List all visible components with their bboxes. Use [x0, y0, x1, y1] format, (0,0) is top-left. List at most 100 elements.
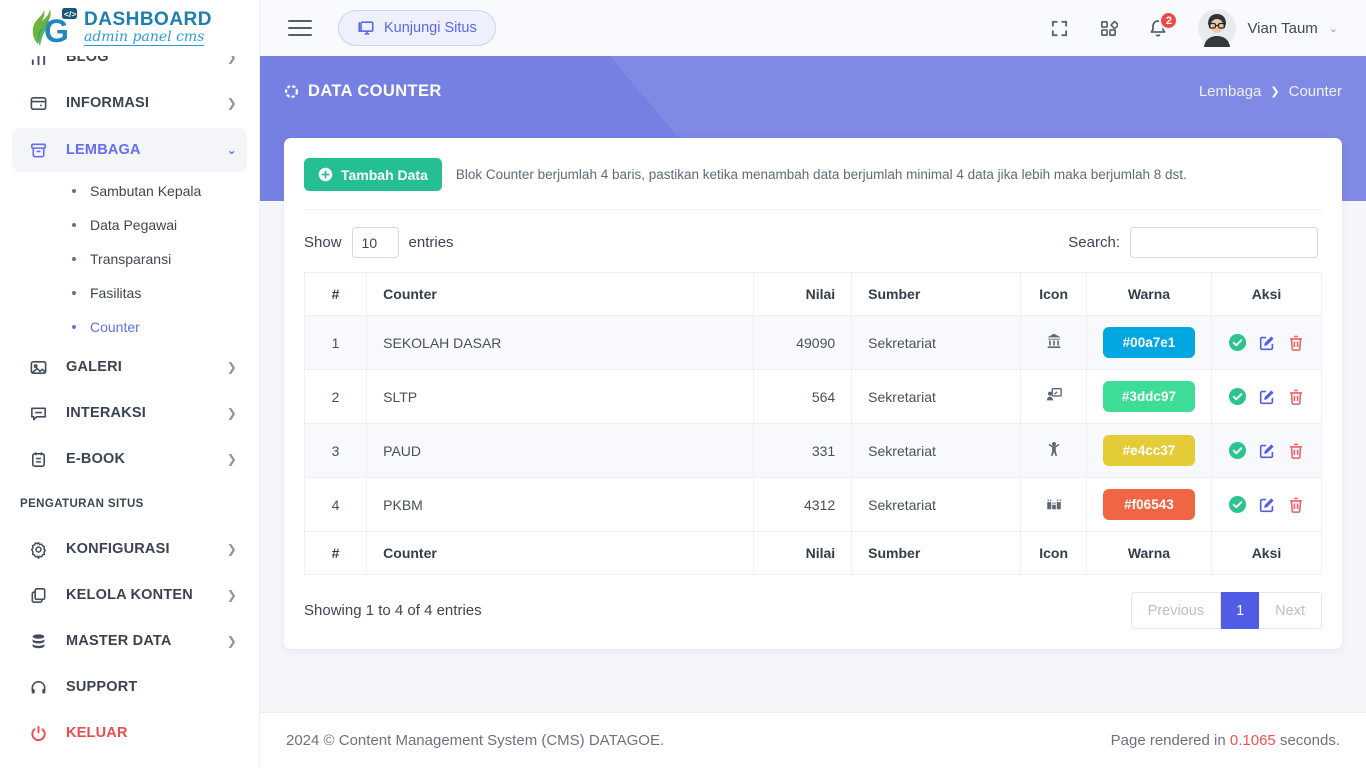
submenu-item-sambutan-kepala[interactable]: Sambutan Kepala [0, 174, 259, 208]
sidebar-item-support[interactable]: SUPPORT [0, 664, 259, 710]
sidebar-item-keluar[interactable]: KELUAR [0, 710, 259, 756]
sidebar-item-interaksi[interactable]: INTERAKSI ❯ [0, 390, 259, 436]
status-active-button[interactable] [1228, 333, 1247, 352]
sidebar-item-konfigurasi[interactable]: KONFIGURASI ❯ [0, 526, 259, 572]
edit-button[interactable] [1258, 388, 1276, 406]
sidebar-item-kelola-konten[interactable]: KELOLA KONTEN ❯ [0, 572, 259, 618]
chevron-right-icon: ❯ [227, 360, 237, 374]
visit-site-label: Kunjungi Situs [384, 20, 477, 36]
bullet-icon [72, 257, 76, 261]
submenu-item-fasilitas[interactable]: Fasilitas [0, 276, 259, 310]
database-icon [28, 631, 48, 651]
topbar: Kunjungi Situs 2 [260, 0, 1366, 56]
fullscreen-icon[interactable] [1050, 19, 1069, 38]
row-number: 2 [305, 370, 367, 424]
color-badge: #e4cc37 [1103, 435, 1195, 466]
edit-button[interactable] [1258, 442, 1276, 460]
apps-grid-icon[interactable] [1099, 19, 1118, 38]
sidebar-item-master-data[interactable]: MASTER DATA ❯ [0, 618, 259, 664]
presentation-icon [1021, 370, 1087, 424]
breadcrumb: Lembaga ❯ Counter [1199, 83, 1342, 100]
col-header-no[interactable]: # [305, 273, 367, 316]
col-header-counter[interactable]: Counter [367, 273, 754, 316]
table-footer-row: # Counter Nilai Sumber Icon Warna Aksi [305, 532, 1322, 575]
sidebar-item-lembaga[interactable]: LEMBAGA ⌄ [12, 128, 247, 172]
sidebar-toggle-icon[interactable] [288, 15, 312, 41]
status-active-button[interactable] [1228, 387, 1247, 406]
delete-button[interactable] [1287, 496, 1305, 514]
table-row: 2 SLTP 564 Sekretariat #3ddc97 [305, 370, 1322, 424]
sidebar-item-label: INTERAKSI [66, 405, 146, 421]
sidebar-menu: BLOG ❯ INFORMASI ❯ LEMBAGA ⌄ Sambutan Ke… [0, 34, 259, 756]
window-icon [28, 93, 48, 113]
submenu-label: Transparansi [90, 251, 171, 267]
sidebar-item-label: SUPPORT [66, 679, 138, 695]
svg-text:</>: </> [64, 9, 76, 19]
sidebar-item-label: KONFIGURASI [66, 541, 170, 557]
status-active-button[interactable] [1228, 495, 1247, 514]
power-icon [28, 723, 48, 743]
page-length-select[interactable]: 10 [352, 227, 399, 258]
counter-name: PAUD [367, 424, 754, 478]
col-footer-no: # [305, 532, 367, 575]
table-summary: Showing 1 to 4 of 4 entries [304, 602, 482, 619]
col-header-icon[interactable]: Icon [1021, 273, 1087, 316]
visit-site-button[interactable]: Kunjungi Situs [338, 10, 496, 46]
color-badge: #00a7e1 [1103, 327, 1195, 358]
counter-value: 564 [754, 370, 852, 424]
submenu-item-data-pegawai[interactable]: Data Pegawai [0, 208, 259, 242]
main-area: Kunjungi Situs 2 [260, 0, 1366, 768]
bullet-icon [72, 325, 76, 329]
copy-pages-icon [28, 585, 48, 605]
chevron-down-icon: ⌄ [1329, 22, 1338, 35]
add-data-button[interactable]: Tambah Data [304, 158, 442, 191]
brand-logo[interactable]: G </> DASHBOARD admin panel cms [0, 0, 259, 56]
card-toolbar: Tambah Data Blok Counter berjumlah 4 bar… [304, 158, 1322, 210]
sidebar-item-ebook[interactable]: E-BOOK ❯ [0, 436, 259, 482]
pagination-next-button[interactable]: Next [1259, 592, 1322, 629]
breadcrumb-current: Counter [1289, 83, 1342, 100]
delete-button[interactable] [1287, 388, 1305, 406]
copyright-text: 2024 © Content Management System (CMS) D… [286, 732, 664, 749]
submenu-item-counter[interactable]: Counter [0, 310, 259, 344]
page-content: DATA COUNTER Lembaga ❯ Counter Tambah Da… [260, 56, 1366, 712]
counter-name: SLTP [367, 370, 754, 424]
sidebar-item-galeri[interactable]: GALERI ❯ [0, 344, 259, 390]
pagination-page-1-button[interactable]: 1 [1221, 592, 1259, 629]
col-footer-aksi: Aksi [1211, 532, 1321, 575]
col-header-sumber[interactable]: Sumber [852, 273, 1021, 316]
pagination-previous-button[interactable]: Previous [1131, 592, 1221, 629]
brand-title: DASHBOARD [84, 10, 212, 29]
counter-value: 331 [754, 424, 852, 478]
monitor-icon [357, 19, 375, 37]
edit-button[interactable] [1258, 496, 1276, 514]
col-header-aksi[interactable]: Aksi [1211, 273, 1321, 316]
sidebar-item-label: GALERI [66, 359, 122, 375]
sidebar-item-informasi[interactable]: INFORMASI ❯ [0, 80, 259, 126]
status-active-button[interactable] [1228, 441, 1247, 460]
submenu-item-transparansi[interactable]: Transparansi [0, 242, 259, 276]
edit-button[interactable] [1258, 334, 1276, 352]
archive-icon [28, 140, 48, 160]
chevron-down-icon: ⌄ [227, 143, 237, 157]
breadcrumb-parent[interactable]: Lembaga [1199, 83, 1262, 100]
counter-name: SEKOLAH DASAR [367, 316, 754, 370]
notifications-bell-icon[interactable]: 2 [1148, 18, 1168, 38]
delete-button[interactable] [1287, 442, 1305, 460]
submenu-label: Counter [90, 319, 140, 335]
col-header-nilai[interactable]: Nilai [754, 273, 852, 316]
counter-source: Sekretariat [852, 478, 1021, 532]
user-menu[interactable]: Vian Taum ⌄ [1198, 9, 1338, 47]
gear-icon [28, 539, 48, 559]
bullet-icon [72, 223, 76, 227]
search-input[interactable] [1130, 227, 1318, 258]
counter-value: 49090 [754, 316, 852, 370]
col-footer-sumber: Sumber [852, 532, 1021, 575]
add-data-label: Tambah Data [341, 167, 428, 183]
sidebar-section-label: PENGATURAN SITUS [0, 482, 259, 526]
delete-button[interactable] [1287, 334, 1305, 352]
entries-label: entries [409, 234, 454, 251]
table-row: 1 SEKOLAH DASAR 49090 Sekretariat #00a7e… [305, 316, 1322, 370]
child-icon [1021, 424, 1087, 478]
col-header-warna[interactable]: Warna [1086, 273, 1211, 316]
